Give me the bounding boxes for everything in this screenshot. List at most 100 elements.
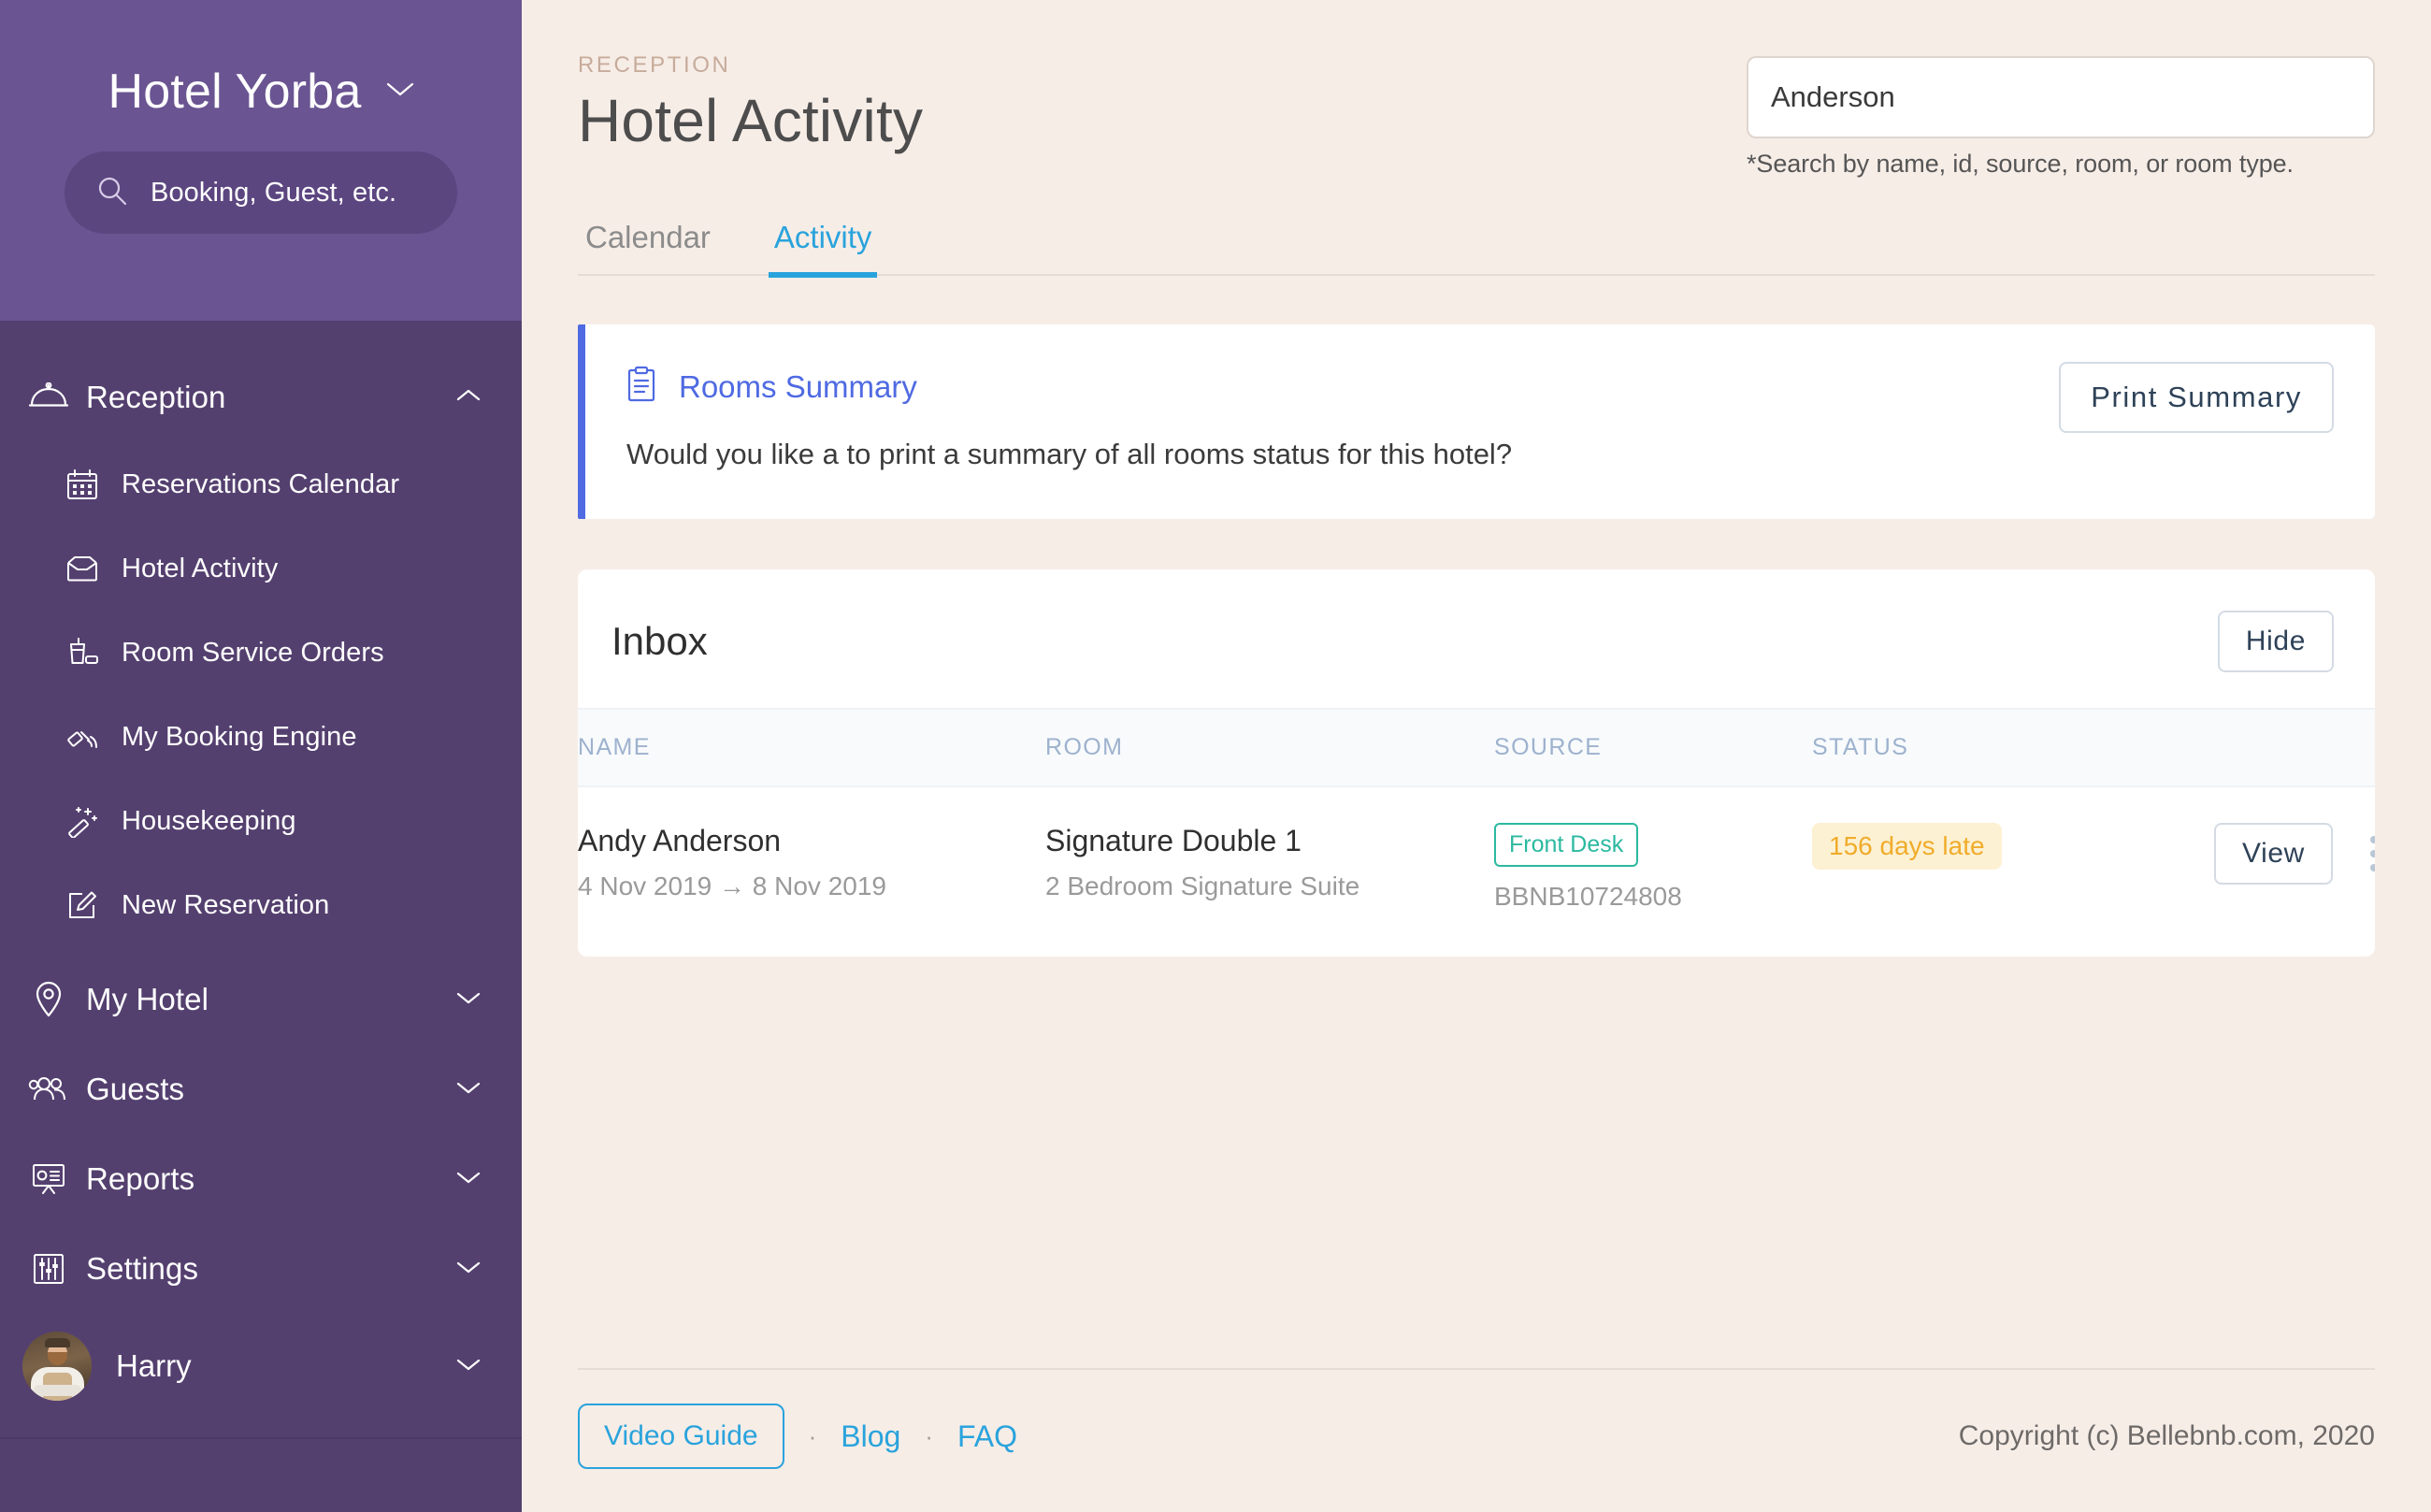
copyright-text: Copyright (c) Bellebnb.com, 2020 (1958, 1420, 2375, 1451)
sidebar-item-label: New Reservation (122, 889, 330, 920)
page-footer: Video Guide · Blog · FAQ Copyright (c) B… (578, 1368, 2375, 1512)
sidebar-group-my-hotel[interactable]: My Hotel (0, 955, 522, 1044)
search-area: *Search by name, id, source, room, or ro… (1747, 52, 2375, 179)
cell-source: Front Desk BBNB10724808 (1494, 786, 1812, 957)
room-type: 2 Bedroom Signature Suite (1045, 871, 1360, 901)
sidebar-subnav-reception: Reservations Calendar Hotel Activity Roo… (0, 442, 522, 955)
chevron-down-icon (456, 1080, 481, 1100)
table-header-row: NAME ROOM SOURCE STATUS (578, 708, 2375, 787)
sidebar-item-label: Reservations Calendar (122, 468, 400, 499)
sidebar-item-hotel-activity[interactable]: Hotel Activity (0, 526, 522, 611)
sidebar-item-room-service-orders[interactable]: Room Service Orders (0, 611, 522, 695)
sidebar-navigation: Reception Reservations Calendar Hotel Ac… (0, 321, 522, 1437)
inbox-title: Inbox (611, 619, 708, 663)
sliders-icon (22, 1252, 75, 1286)
calendar-icon (58, 468, 107, 501)
avatar (22, 1332, 92, 1401)
faq-link[interactable]: FAQ (957, 1419, 1017, 1454)
clipboard-icon (626, 366, 658, 408)
column-header-actions (2214, 708, 2375, 787)
breadcrumb: RECEPTION (578, 52, 731, 78)
sidebar-group-label: My Hotel (86, 982, 209, 1016)
sidebar: Hotel Yorba Booking, Guest, etc. Recepti… (0, 0, 522, 1512)
rooms-summary-title[interactable]: Rooms Summary (679, 369, 917, 405)
tab-calendar[interactable]: Calendar (580, 220, 716, 278)
stay-dates: 4 Nov 2019 → 8 Nov 2019 (578, 871, 886, 901)
table-body: Andy Anderson 4 Nov 2019 → 8 Nov 2019 Si… (578, 786, 2375, 957)
rooms-summary-text: Would you like a to print a summary of a… (626, 438, 1513, 470)
room-name: Signature Double 1 (1045, 824, 1302, 857)
app-root: Hotel Yorba Booking, Guest, etc. Recepti… (0, 0, 2431, 1512)
sidebar-group-guests[interactable]: Guests (0, 1044, 522, 1134)
column-header-name: NAME (578, 708, 1045, 787)
footer-separator: · (808, 1421, 817, 1450)
chevron-down-icon (456, 990, 481, 1010)
edit-document-icon (58, 888, 107, 922)
chevron-down-icon (456, 1170, 481, 1189)
cell-status: 156 days late (1812, 786, 2214, 957)
booking-id: BBNB10724808 (1494, 882, 1682, 911)
hide-button[interactable]: Hide (2217, 611, 2334, 672)
print-summary-button[interactable]: Print Summary (2059, 362, 2334, 433)
room-service-icon (58, 637, 107, 669)
footer-separator: · (925, 1421, 933, 1450)
sidebar-group-reception[interactable]: Reception (0, 353, 522, 442)
sidebar-group-label: Reception (86, 380, 226, 414)
inbox-tray-icon (58, 554, 107, 583)
brand-name: Hotel Yorba (108, 65, 362, 119)
footer-links: Video Guide · Blog · FAQ (578, 1404, 1017, 1469)
page-title: Hotel Activity (578, 87, 924, 154)
people-icon (22, 1074, 75, 1104)
sidebar-item-housekeeping[interactable]: Housekeeping (0, 779, 522, 863)
sidebar-item-label: Housekeeping (122, 805, 296, 836)
map-pin-icon (22, 981, 75, 1018)
cell-name: Andy Anderson 4 Nov 2019 → 8 Nov 2019 (578, 786, 1045, 957)
sidebar-user-name: Harry (116, 1348, 192, 1383)
sidebar-item-label: Room Service Orders (122, 637, 384, 668)
sidebar-group-label: Reports (86, 1161, 195, 1196)
search-input[interactable] (1747, 56, 2375, 138)
service-bell-icon (22, 382, 75, 412)
sidebar-group-settings[interactable]: Settings (0, 1224, 522, 1314)
sidebar-user-menu[interactable]: Harry (0, 1321, 522, 1411)
sidebar-item-label: Hotel Activity (122, 553, 279, 583)
video-guide-button[interactable]: Video Guide (578, 1404, 784, 1469)
page-header: RECEPTION Hotel Activity *Search by name… (578, 0, 2375, 179)
chevron-up-icon (456, 388, 481, 408)
status-badge: 156 days late (1812, 823, 2002, 870)
rooms-summary-card: Rooms Summary Would you like a to print … (578, 324, 2375, 519)
presentation-chart-icon (22, 1161, 75, 1197)
guest-name: Andy Anderson (578, 824, 782, 857)
chevron-down-icon (386, 81, 414, 103)
inbox-card: Inbox Hide NAME ROOM SOURCE STATUS Andy … (578, 569, 2375, 957)
tab-activity[interactable]: Activity (768, 220, 878, 278)
blog-link[interactable]: Blog (841, 1419, 900, 1454)
row-actions: View (2214, 823, 2375, 885)
inbox-header: Inbox Hide (578, 569, 2375, 708)
sidebar-group-label: Guests (86, 1072, 185, 1106)
sidebar-group-reports[interactable]: Reports (0, 1134, 522, 1224)
sidebar-item-new-reservation[interactable]: New Reservation (0, 863, 522, 947)
magic-wand-icon (58, 804, 107, 838)
sidebar-search-placeholder: Booking, Guest, etc. (151, 177, 397, 208)
sidebar-group-label: Settings (86, 1251, 199, 1286)
sidebar-item-my-booking-engine[interactable]: My Booking Engine (0, 695, 522, 779)
sidebar-search-box[interactable]: Booking, Guest, etc. (65, 151, 457, 234)
main-content: RECEPTION Hotel Activity *Search by name… (522, 0, 2431, 1512)
view-button[interactable]: View (2214, 823, 2333, 885)
column-header-room: ROOM (1045, 708, 1494, 787)
kebab-menu-icon[interactable] (2365, 830, 2375, 877)
brand-selector[interactable]: Hotel Yorba (108, 67, 413, 116)
column-header-source: SOURCE (1494, 708, 1812, 787)
source-badge: Front Desk (1494, 823, 1639, 867)
search-icon (96, 175, 128, 211)
cell-room: Signature Double 1 2 Bedroom Signature S… (1045, 786, 1494, 957)
sidebar-header: Hotel Yorba Booking, Guest, etc. (0, 0, 522, 321)
inbox-table: NAME ROOM SOURCE STATUS Andy Anderson 4 … (578, 708, 2375, 957)
chevron-down-icon (456, 1260, 481, 1279)
column-header-status: STATUS (1812, 708, 2214, 787)
sidebar-item-reservations-calendar[interactable]: Reservations Calendar (0, 442, 522, 526)
cell-actions: View (2214, 786, 2375, 957)
table-row[interactable]: Andy Anderson 4 Nov 2019 → 8 Nov 2019 Si… (578, 786, 2375, 957)
